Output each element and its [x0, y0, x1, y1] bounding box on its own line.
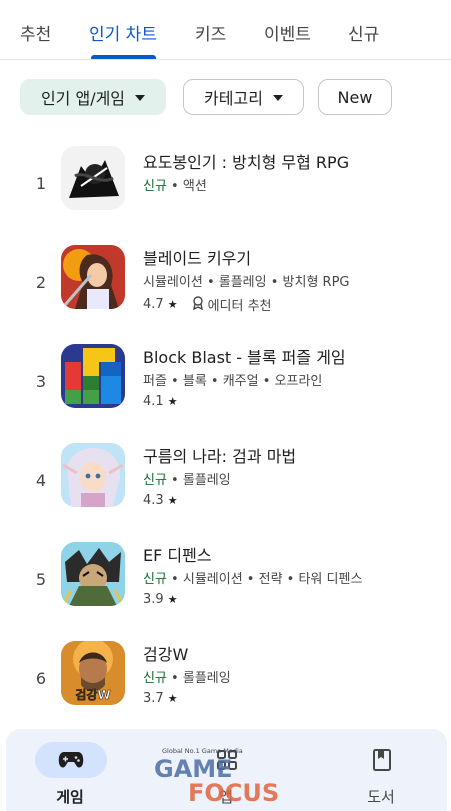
nav-games-pill — [35, 742, 107, 778]
nav-apps-label: 앱 — [219, 788, 233, 806]
tag: 전략 — [258, 572, 283, 587]
tag: 퍼즐 — [143, 374, 167, 389]
app-icon-ef-defense — [61, 542, 125, 606]
app-list-item[interactable]: 2 블레이드 키우기 시뮬레이션 • 롤플레잉 • 방치형 RPG 4.7 ★ … — [0, 245, 451, 325]
editor-badge-icon — [192, 295, 204, 314]
category-label: 카테고리 — [204, 89, 263, 108]
book-icon — [373, 749, 391, 771]
tag: 롤플레잉 — [218, 275, 267, 290]
tag: 캐주얼 — [222, 374, 259, 389]
app-icon-yodobong — [61, 146, 125, 210]
chevron-down-icon — [135, 95, 146, 101]
nav-apps[interactable]: 앱 — [176, 729, 276, 811]
tag: 롤플레잉 — [182, 473, 231, 488]
editor-choice-label: 에디터 추천 — [207, 299, 272, 314]
tab-kids[interactable]: 키즈 — [195, 20, 226, 45]
nav-games[interactable]: 게임 — [20, 729, 120, 811]
tag: 블록 — [182, 374, 207, 389]
tag: 시뮬레이션 — [182, 572, 243, 587]
app-tags: 신규 • 액션 — [143, 179, 207, 194]
new-tag: 신규 — [143, 179, 167, 194]
nav-books-label: 도서 — [367, 788, 395, 806]
nav-books-pill — [346, 742, 418, 778]
app-title: EF 디펜스 — [143, 546, 212, 565]
app-title: 검강W — [143, 645, 189, 664]
chart-type-dropdown[interactable]: 인기 앱/게임 — [20, 79, 166, 115]
app-icon-blade — [61, 245, 125, 309]
app-title: 블레이드 키우기 — [143, 249, 252, 268]
app-tags: 시뮬레이션 • 롤플레잉 • 방치형 RPG — [143, 275, 350, 290]
rank-number: 6 — [35, 669, 47, 688]
chevron-down-icon — [272, 95, 283, 101]
app-icon-cloud-nation — [61, 443, 125, 507]
rank-number: 5 — [35, 570, 47, 589]
rating-value: 4.3 — [143, 493, 164, 508]
rating-value: 4.7 — [143, 297, 164, 312]
app-list-item[interactable]: 6 검강W 검강W 신규 • 롤플레잉 3.7 ★ — [0, 641, 451, 721]
tab-events[interactable]: 이벤트 — [264, 20, 311, 45]
nav-apps-pill — [191, 742, 263, 778]
rating-value: 3.7 — [143, 691, 164, 706]
tag: 액션 — [182, 179, 207, 194]
apps-grid-icon — [217, 750, 237, 770]
app-tags: 신규 • 롤플레잉 — [143, 671, 231, 686]
app-tags: 신규 • 롤플레잉 — [143, 473, 231, 488]
nav-books[interactable]: 도서 — [331, 729, 431, 811]
tag: 방치형 RPG — [282, 275, 350, 290]
new-filter-label: New — [337, 87, 373, 107]
app-icon-geomgang-w: 검강W — [61, 641, 125, 705]
rank-number: 1 — [35, 174, 47, 193]
star-icon: ★ — [167, 298, 178, 311]
rank-number: 2 — [35, 273, 47, 292]
chart-type-label: 인기 앱/게임 — [40, 89, 126, 108]
app-tags: 퍼즐 • 블록 • 캐주얼 • 오프라인 — [143, 374, 323, 389]
tag: 시뮬레이션 — [143, 275, 203, 290]
gamepad-icon — [58, 752, 84, 768]
app-tags: 신규 • 시뮬레이션 • 전략 • 타워 디펜스 — [143, 572, 363, 587]
new-tag: 신규 — [143, 572, 167, 587]
new-tag: 신규 — [143, 671, 167, 686]
rating-value: 3.9 — [143, 592, 164, 607]
nav-games-label: 게임 — [56, 788, 84, 806]
active-tab-indicator — [91, 55, 156, 59]
new-filter-chip[interactable]: New — [318, 79, 392, 115]
app-title: 요도봉인기 : 방치형 무협 RPG — [143, 153, 350, 172]
app-list-item[interactable]: 4 구름의 나라: 검과 마법 신규 • 롤플레잉 4.3 ★ — [0, 443, 451, 523]
rank-number: 3 — [35, 372, 47, 391]
star-icon: ★ — [167, 395, 178, 408]
tag: 오프라인 — [274, 374, 323, 389]
tab-top-charts[interactable]: 인기 차트 — [89, 20, 157, 45]
tag: 롤플레잉 — [182, 671, 231, 686]
icon-text: 검강W — [75, 687, 110, 702]
tab-new[interactable]: 신규 — [348, 20, 379, 45]
rating-row: 4.1 ★ — [143, 394, 178, 409]
rating-row: 3.9 ★ — [143, 592, 178, 607]
star-icon: ★ — [167, 593, 178, 606]
top-tabs: 추천 인기 차트 키즈 이벤트 신규 — [0, 0, 451, 60]
tag: 타워 디펜스 — [298, 572, 363, 587]
star-icon: ★ — [167, 494, 178, 507]
app-title: Block Blast - 블록 퍼즐 게임 — [143, 348, 346, 367]
category-dropdown[interactable]: 카테고리 — [183, 79, 304, 115]
app-list-item[interactable]: 3 Block Blast - 블록 퍼즐 게임 퍼즐 • 블록 • 캐주얼 •… — [0, 344, 451, 424]
app-list-item[interactable]: 1 요도봉인기 : 방치형 무협 RPG 신규 • 액션 — [0, 146, 451, 226]
rating-row: 4.3 ★ — [143, 493, 178, 508]
bottom-navigation: 게임 앱 도서 — [6, 729, 447, 811]
star-icon: ★ — [167, 692, 178, 705]
app-title: 구름의 나라: 검과 마법 — [143, 447, 297, 466]
tab-recommended[interactable]: 추천 — [20, 20, 51, 45]
rating-value: 4.1 — [143, 394, 164, 409]
new-tag: 신규 — [143, 473, 167, 488]
rating-row: 4.7 ★ 에디터 추천 — [143, 295, 272, 314]
rating-row: 3.7 ★ — [143, 691, 178, 706]
rank-number: 4 — [35, 471, 47, 490]
app-icon-block-blast — [61, 344, 125, 408]
app-list-item[interactable]: 5 EF 디펜스 신규 • 시뮬레이션 • 전략 • 타워 디펜스 3.9 ★ — [0, 542, 451, 622]
